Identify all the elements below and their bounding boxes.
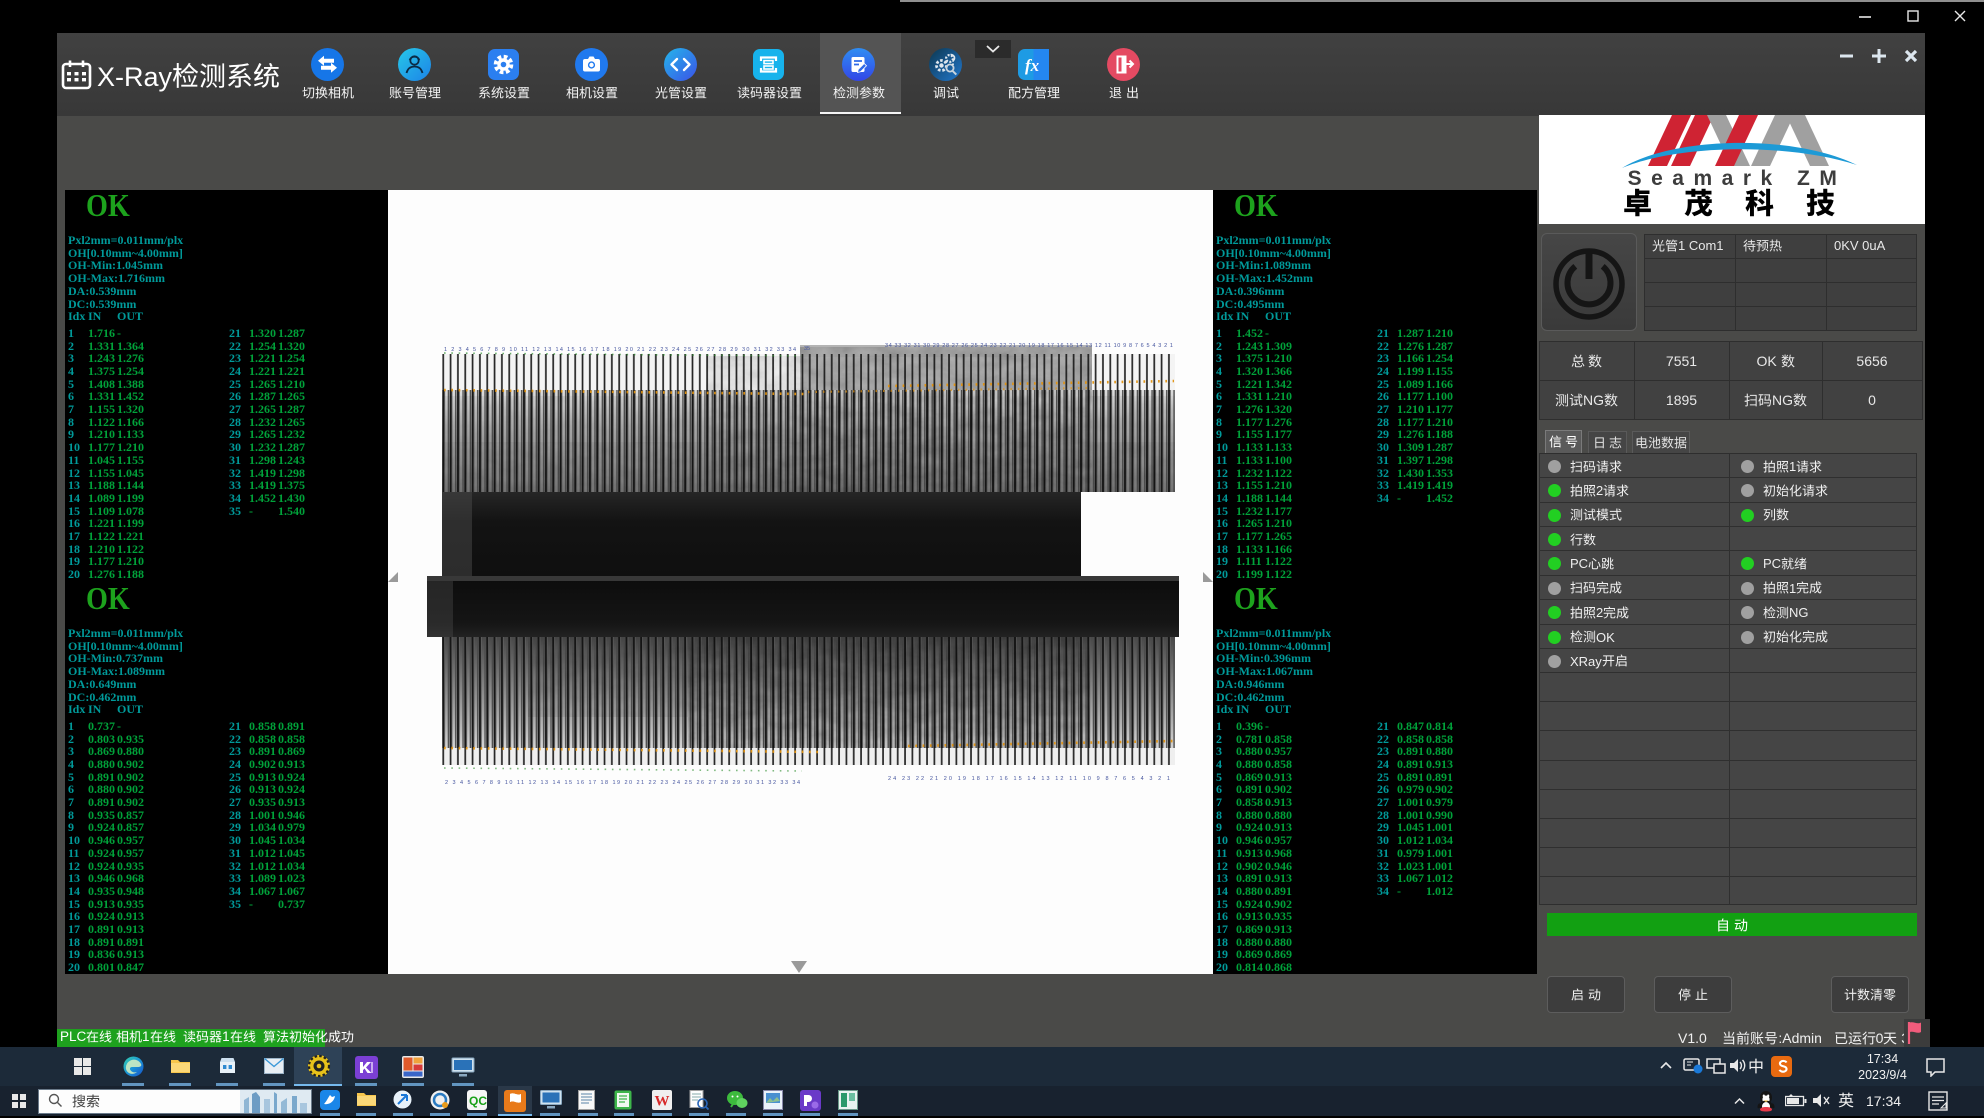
svg-text:fx: fx — [1025, 56, 1040, 75]
svg-text:W: W — [655, 1094, 670, 1110]
svg-text:24 23 22 21 20 19 18 17 16 15: 24 23 22 21 20 19 18 17 16 15 14 13 12 1… — [888, 776, 1170, 782]
svg-text:34 33 32 31 30 29 28 27 26 25: 34 33 32 31 30 29 28 27 26 25 24 23 22 2… — [885, 343, 1173, 349]
svg-text:Seamark ZM: Seamark ZM — [1628, 167, 1847, 190]
svg-text:QC: QC — [469, 1094, 487, 1108]
svg-text:1 2 3 4 5 6 7 8 9 10 11 12 13: 1 2 3 4 5 6 7 8 9 10 11 12 13 14 15 16 1… — [444, 347, 796, 353]
svg-text:2 3 4 5 6 7 8 9 10 11 12 13 14: 2 3 4 5 6 7 8 9 10 11 12 13 14 15 16 17 … — [445, 780, 800, 786]
svg-text:35: 35 — [804, 346, 810, 352]
